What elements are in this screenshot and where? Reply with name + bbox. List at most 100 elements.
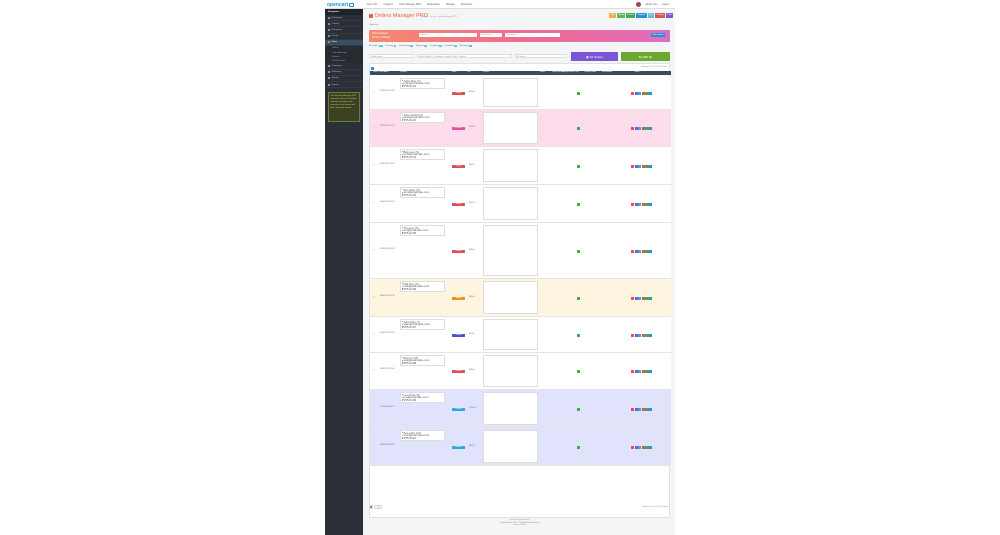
action-icon[interactable] [631,127,635,131]
status-badge[interactable]: Complete [452,333,465,337]
action-icon[interactable] [638,333,642,337]
action-icon[interactable] [631,333,635,337]
topnav-item[interactable]: Analytics [383,3,393,6]
notify-toggle[interactable] [577,249,580,253]
status-badge[interactable]: Pending [452,249,465,253]
opencart-logo[interactable]: opencart [327,1,363,8]
action-icon[interactable] [648,333,653,337]
action-icon[interactable] [648,249,653,253]
revenue-button[interactable]: $3,650.00 [621,52,670,61]
status-badge[interactable]: Canceled [452,370,465,373]
customer-phone-text[interactable]: 555-0108 [403,361,416,365]
customer-phone-text[interactable]: 555-0106 [403,287,416,291]
order-status-chip[interactable]: Order Status [369,53,414,58]
page-1-top[interactable]: 1 [371,67,374,70]
action-icon[interactable] [631,370,635,374]
notify-toggle[interactable] [577,370,580,373]
row-checkbox[interactable]: ▢ [373,446,375,449]
status-badge[interactable]: Shipped [452,296,465,300]
action-icon[interactable] [648,164,653,168]
action-icon[interactable] [638,407,642,411]
search-chip[interactable]: Select Order ID / Customer / Email / Pho… [417,53,512,58]
header-button-shipping[interactable]: Shipping [636,13,647,18]
status-badge[interactable]: Pending [452,202,465,206]
action-icon[interactable] [631,164,635,168]
topnav-item[interactable]: Manage [446,3,455,6]
tab-refunded[interactable]: Refunded1 [460,45,472,47]
notify-toggle[interactable] [577,296,580,300]
tab-all-orders[interactable]: All Orders10 [369,45,383,47]
notify-toggle[interactable] [577,202,580,206]
tab-processing[interactable]: Processing2 [399,45,413,47]
status-badge[interactable]: Processing [452,127,465,130]
topnav-item[interactable]: Store Info [367,3,377,6]
avatar[interactable] [636,1,642,7]
action-icon[interactable] [638,445,642,449]
action-icon[interactable] [648,407,653,411]
tab-canceled[interactable]: Canceled1 [445,45,457,47]
filter-button[interactable]: Filter Orders [650,33,665,37]
notify-toggle[interactable] [577,333,580,337]
row-checkbox[interactable]: ▢ [373,334,375,337]
customer-phone-text[interactable]: 555-0107 [403,325,416,329]
action-icon[interactable] [648,296,653,300]
row-checkbox[interactable]: ▢ [373,408,375,411]
action-icon[interactable] [631,445,635,449]
action-icon[interactable] [631,296,635,300]
page-last-button[interactable]: » [378,505,382,509]
logout-link[interactable]: Logout [662,3,669,6]
row-checkbox[interactable]: ▢ [373,92,375,95]
action-icon[interactable] [631,202,635,206]
orders-count-button[interactable]: ▣ 10 Orders [571,52,618,61]
status-badge[interactable]: Complete [452,407,465,411]
topnav-item[interactable]: Extensions [461,3,473,6]
action-icon[interactable] [648,370,653,374]
tab-shipped[interactable]: Shipped1 [416,45,427,47]
header-button-settings[interactable]: Settings [655,13,666,18]
status-badge[interactable]: Refunded [452,445,465,449]
sidebar-item-reports[interactable]: Reports [325,82,363,89]
customer-input[interactable]: Customer [419,33,477,37]
action-icon[interactable] [631,407,635,411]
action-icon[interactable] [648,127,653,131]
row-checkbox[interactable]: ▢ [373,250,375,253]
page-next-button[interactable]: › [373,505,378,509]
action-icon[interactable] [638,164,642,168]
customer-phone-text[interactable]: 555-0105 [403,231,416,235]
notify-toggle[interactable] [577,164,580,168]
action-icon[interactable] [638,370,642,374]
header-button-help[interactable]: Help [666,13,673,18]
customer-phone-text[interactable]: 555-0109 [403,398,416,402]
action-icon[interactable] [638,91,642,95]
tab-pending[interactable]: Pending3 [386,45,397,47]
notify-toggle[interactable] [577,91,580,95]
header-button-filter[interactable]: Filter [608,13,617,18]
row-checkbox[interactable]: ▢ [373,165,375,168]
header-button-invoice[interactable]: Invoice [626,13,636,18]
action-icon[interactable] [631,249,635,253]
action-icon[interactable] [638,296,642,300]
customer-phone-text[interactable]: 555-0101 [403,84,416,88]
notify-toggle[interactable] [577,407,580,411]
row-checkbox[interactable]: ▢ [373,370,375,373]
page-1-button[interactable]: 1 [369,505,373,509]
header-button-export[interactable]: Export [616,13,626,18]
customer-phone-text[interactable]: 555-0104 [403,193,416,197]
topnav-item[interactable]: Order Manager PRO [399,3,421,6]
customer-phone-text[interactable]: 555-0110 [403,436,415,440]
date-input[interactable]: Date Added [505,33,560,37]
user-name[interactable]: Admin User [645,3,658,6]
row-checkbox[interactable]: ▢ [373,297,375,300]
status-badge[interactable]: Pending [452,164,465,168]
action-icon[interactable] [638,202,642,206]
status-select[interactable]: All Statuses [480,33,502,37]
action-icon[interactable] [631,91,635,95]
header-button-print[interactable]: Print [647,13,655,18]
action-icon[interactable] [648,91,653,95]
topnav-item[interactable]: Marketplace [427,3,440,6]
row-checkbox[interactable]: ▢ [373,203,375,206]
store-chip[interactable]: All Stores [515,53,567,58]
notify-toggle[interactable] [577,127,580,130]
customer-phone-text[interactable]: 555-0103 [403,155,416,159]
status-badge[interactable]: Pending [452,91,465,95]
